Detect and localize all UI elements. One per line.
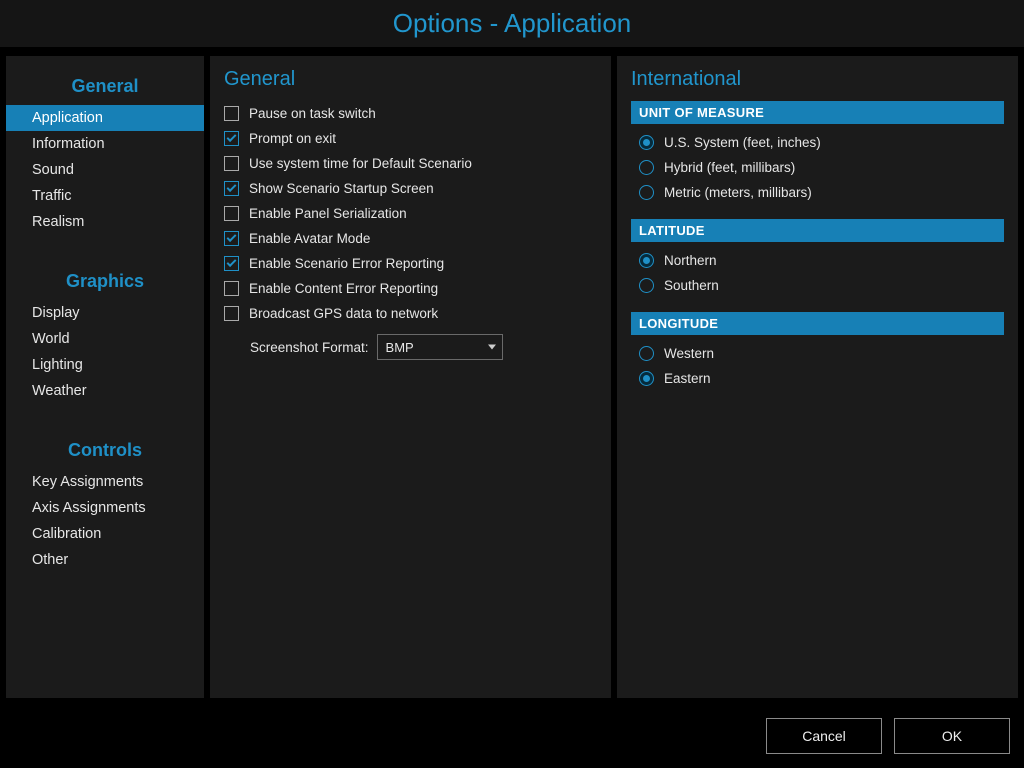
radio-dot-icon: [643, 139, 650, 146]
checkbox-label: Enable Scenario Error Reporting: [249, 256, 444, 271]
screenshot-format-label: Screenshot Format:: [250, 340, 369, 355]
checkbox-pause-on-task-switch[interactable]: [224, 106, 239, 121]
longitude-header: LONGITUDE: [631, 312, 1004, 335]
sidebar-item-application[interactable]: Application: [6, 105, 204, 131]
sidebar-item-key-assignments[interactable]: Key Assignments: [6, 469, 204, 495]
caret-down-icon: [488, 345, 496, 350]
unit-of-measure-header: UNIT OF MEASURE: [631, 101, 1004, 124]
ok-button[interactable]: OK: [894, 718, 1010, 754]
radio-label: Southern: [664, 278, 719, 293]
sidebar-item-axis-assignments[interactable]: Axis Assignments: [6, 495, 204, 521]
sidebar: GeneralApplicationInformationSoundTraffi…: [6, 56, 204, 698]
sidebar-item-calibration[interactable]: Calibration: [6, 521, 204, 547]
radio-label: Western: [664, 346, 714, 361]
checkbox-prompt-on-exit[interactable]: [224, 131, 239, 146]
sidebar-item-display[interactable]: Display: [6, 300, 204, 326]
cancel-button[interactable]: Cancel: [766, 718, 882, 754]
latitude-header: LATITUDE: [631, 219, 1004, 242]
checkbox-label: Use system time for Default Scenario: [249, 156, 472, 171]
checkbox-enable-avatar-mode[interactable]: [224, 231, 239, 246]
unit-radio-hybrid-feet-millibars-[interactable]: [639, 160, 654, 175]
screenshot-format-select[interactable]: BMP: [377, 334, 503, 360]
checkbox-enable-panel-serialization[interactable]: [224, 206, 239, 221]
unit-radio-metric-meters-millibars-[interactable]: [639, 185, 654, 200]
sidebar-item-world[interactable]: World: [6, 326, 204, 352]
radio-label: U.S. System (feet, inches): [664, 135, 821, 150]
radio-label: Northern: [664, 253, 717, 268]
radio-dot-icon: [643, 375, 650, 382]
titlebar: Options - Application: [0, 0, 1024, 50]
radio-label: Hybrid (feet, millibars): [664, 160, 795, 175]
checkbox-use-system-time-for-default-scenario[interactable]: [224, 156, 239, 171]
longitude-radio-eastern[interactable]: [639, 371, 654, 386]
sidebar-item-sound[interactable]: Sound: [6, 157, 204, 183]
sidebar-item-weather[interactable]: Weather: [6, 378, 204, 404]
checkbox-label: Pause on task switch: [249, 106, 376, 121]
international-panel: International UNIT OF MEASURE U.S. Syste…: [617, 56, 1018, 698]
check-icon: [227, 182, 237, 192]
check-icon: [227, 257, 237, 267]
sidebar-item-traffic[interactable]: Traffic: [6, 183, 204, 209]
checkbox-label: Enable Avatar Mode: [249, 231, 370, 246]
checkbox-enable-content-error-reporting[interactable]: [224, 281, 239, 296]
checkbox-enable-scenario-error-reporting[interactable]: [224, 256, 239, 271]
radio-label: Eastern: [664, 371, 711, 386]
general-panel-title: General: [224, 68, 597, 91]
checkbox-broadcast-gps-data-to-network[interactable]: [224, 306, 239, 321]
sidebar-item-other[interactable]: Other: [6, 547, 204, 573]
sidebar-group-title: Controls: [6, 434, 204, 469]
latitude-radio-southern[interactable]: [639, 278, 654, 293]
checkbox-label: Broadcast GPS data to network: [249, 306, 438, 321]
checkbox-show-scenario-startup-screen[interactable]: [224, 181, 239, 196]
checkbox-label: Enable Panel Serialization: [249, 206, 407, 221]
sidebar-item-realism[interactable]: Realism: [6, 209, 204, 235]
sidebar-group-title: Graphics: [6, 265, 204, 300]
sidebar-item-information[interactable]: Information: [6, 131, 204, 157]
checkbox-label: Show Scenario Startup Screen: [249, 181, 434, 196]
general-panel: General Pause on task switch Prompt on ex…: [210, 56, 611, 698]
window-title: Options - Application: [393, 8, 631, 39]
radio-label: Metric (meters, millibars): [664, 185, 812, 200]
check-icon: [227, 132, 237, 142]
radio-dot-icon: [643, 257, 650, 264]
sidebar-item-lighting[interactable]: Lighting: [6, 352, 204, 378]
footer: Cancel OK: [0, 704, 1024, 768]
checkbox-label: Enable Content Error Reporting: [249, 281, 438, 296]
latitude-radio-northern[interactable]: [639, 253, 654, 268]
screenshot-format-value: BMP: [386, 340, 414, 355]
international-panel-title: International: [631, 68, 1004, 91]
check-icon: [227, 232, 237, 242]
checkbox-label: Prompt on exit: [249, 131, 336, 146]
unit-radio-u-s-system-feet-inches-[interactable]: [639, 135, 654, 150]
sidebar-group-title: General: [6, 70, 204, 105]
longitude-radio-western[interactable]: [639, 346, 654, 361]
